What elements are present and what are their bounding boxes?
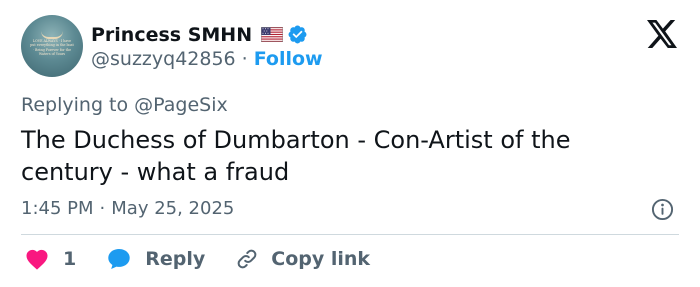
- handle-row: @suzzyq42856 · Follow: [91, 48, 323, 70]
- action-bar: 1 Reply Copy link: [25, 247, 370, 271]
- avatar[interactable]: LOVE ALWAYS · I have put everything in t…: [21, 15, 83, 77]
- like-button[interactable]: 1: [25, 248, 76, 270]
- reply-label: Reply: [145, 248, 206, 270]
- speech-bubble-icon: [107, 248, 131, 270]
- avatar-boat-shape: [41, 31, 63, 39]
- tweet-timestamp[interactable]: 1:45 PM · May 25, 2025: [21, 198, 234, 219]
- tweet-date: May 25, 2025: [111, 198, 235, 219]
- user-handle[interactable]: @suzzyq42856: [91, 48, 236, 70]
- verified-badge-icon: [287, 24, 308, 45]
- link-icon: [235, 247, 259, 271]
- info-icon[interactable]: [651, 198, 674, 221]
- tweet-text: The Duchess of Dumbarton - Con-Artist of…: [21, 126, 571, 186]
- tweet-time: 1:45 PM: [21, 198, 94, 219]
- display-name[interactable]: Princess SMHN: [91, 24, 252, 46]
- replying-mention[interactable]: @PageSix: [134, 94, 228, 116]
- user-info: Princess SMHN @suzzyq42856 · Follow: [91, 23, 323, 70]
- replying-prefix: Replying to: [21, 94, 129, 116]
- x-logo-icon[interactable]: [647, 20, 677, 48]
- like-count: 1: [63, 248, 77, 270]
- tweet-embed-card: LOVE ALWAYS · I have put everything in t…: [0, 0, 700, 287]
- timestamp-separator: ·: [99, 198, 106, 219]
- reply-button[interactable]: Reply: [107, 248, 205, 270]
- us-flag-icon: [261, 27, 284, 42]
- avatar-text: LOVE ALWAYS · I have put everything in t…: [30, 39, 74, 56]
- handle-separator: ·: [241, 47, 248, 70]
- copy-link-label: Copy link: [271, 248, 371, 270]
- replying-to: Replying to @PageSix: [21, 94, 228, 116]
- copy-link-button[interactable]: Copy link: [235, 247, 370, 271]
- tweet-header: LOVE ALWAYS · I have put everything in t…: [21, 15, 323, 77]
- heart-icon: [25, 248, 49, 270]
- name-row: Princess SMHN: [91, 23, 323, 47]
- actions-divider: [21, 234, 679, 235]
- follow-button[interactable]: Follow: [254, 48, 323, 70]
